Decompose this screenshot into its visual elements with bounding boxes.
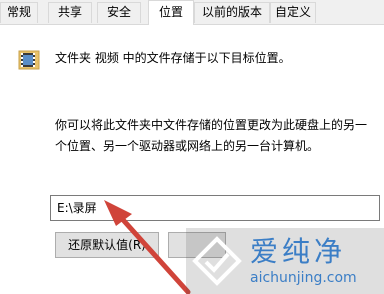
- watermark-logo-icon: [192, 236, 242, 286]
- location-description: 文件夹 视频 中的文件存储于以下目标位置。: [55, 51, 291, 65]
- tab-sharing[interactable]: 共享: [48, 2, 92, 23]
- video-folder-icon: [18, 50, 40, 70]
- tab-customize[interactable]: 自定义: [270, 2, 316, 23]
- tab-location[interactable]: 位置: [148, 0, 194, 25]
- path-input[interactable]: E:\录屏: [50, 195, 380, 221]
- tab-general[interactable]: 常规: [0, 2, 38, 23]
- restore-default-button[interactable]: 还原默认值(R): [55, 232, 159, 258]
- tab-bar: 常规 共享 安全 位置 以前的版本 自定义: [0, 0, 384, 25]
- watermark: 爱纯净 aichunjing.com: [186, 228, 384, 294]
- watermark-url: aichunjing.com: [250, 270, 357, 286]
- tab-previous-versions[interactable]: 以前的版本: [194, 2, 270, 23]
- tab-security[interactable]: 安全: [97, 2, 141, 23]
- location-explanation: 你可以将此文件夹中文件存储的位置更改为此硬盘上的另一个位置、另一个驱动器或网络上…: [55, 118, 368, 153]
- watermark-text: 爱纯净: [250, 235, 347, 268]
